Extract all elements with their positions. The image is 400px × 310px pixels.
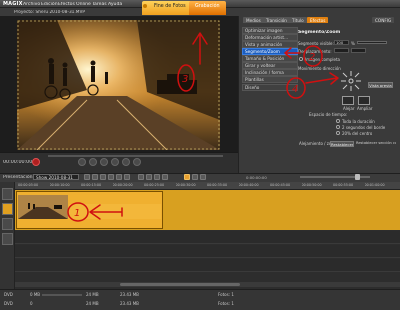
annotation-4-label: 4 xyxy=(292,84,298,95)
annotation-1-arrow xyxy=(89,204,123,220)
annotation-4-arrow xyxy=(305,72,339,85)
annotation-1-label: 1 xyxy=(74,208,80,219)
annotation-3-arrow xyxy=(192,32,208,65)
annotations-overlay: 1 2 3 4 xyxy=(67,32,339,222)
annotation-2-arrow xyxy=(284,47,301,59)
annotation-3-label: 3 xyxy=(182,74,188,85)
annotation-2-label: 2 xyxy=(309,52,315,63)
